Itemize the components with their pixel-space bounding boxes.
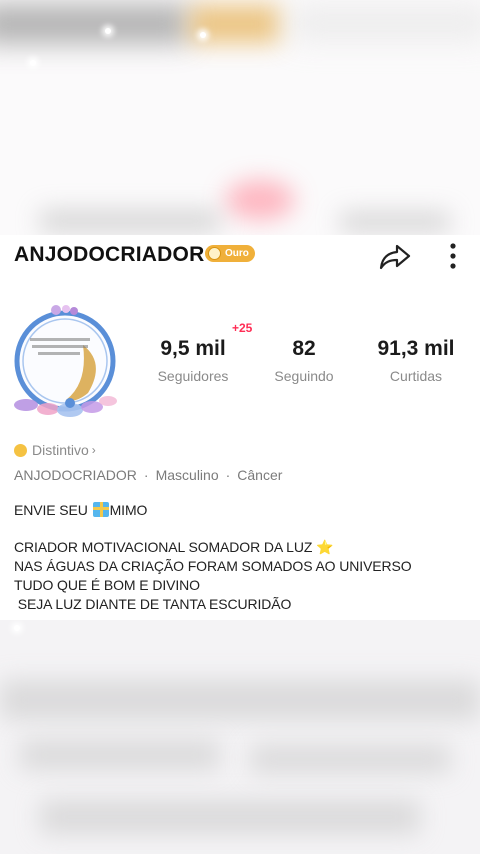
following-label: Seguindo <box>274 368 334 384</box>
likes-stat[interactable]: 91,3 mil Curtidas <box>370 337 462 384</box>
followers-stat[interactable]: 9,5 mil Seguidores <box>145 337 241 384</box>
gift-icon <box>92 502 109 517</box>
likes-label: Curtidas <box>389 368 443 384</box>
level-badge-label: Ouro <box>225 248 249 259</box>
bio-text: MIMO <box>109 502 148 518</box>
bio-line-4: TUDO QUE É BOM E DIVINO <box>14 577 200 593</box>
level-badge[interactable]: Ouro <box>205 245 255 262</box>
share-icon[interactable] <box>378 239 412 273</box>
more-vertical-icon[interactable] <box>443 240 463 272</box>
meta-gender: Masculino <box>155 467 219 483</box>
chevron-right-icon: › <box>91 443 96 457</box>
bio-line-3: NAS ÁGUAS DA CRIAÇÃO FORAM SOMADOS AO UN… <box>14 558 412 574</box>
following-count: 82 <box>292 337 316 360</box>
distintivo-link[interactable]: Distintivo › <box>14 442 96 458</box>
meta-sign: Câncer <box>237 467 283 483</box>
coin-icon <box>14 443 27 457</box>
profile-username: ANJODOCRIADOR <box>14 243 205 266</box>
followers-label: Seguidores <box>157 368 229 384</box>
meta-separator: · <box>225 467 231 483</box>
profile-meta: ANJODOCRIADOR · Masculino · Câncer <box>14 467 282 483</box>
bio-line-5: SEJA LUZ DIANTE DE TANTA ESCURIDÃO <box>14 596 292 612</box>
bio-line-1: ENVIE SEU MIMO <box>14 502 147 518</box>
coin-icon <box>208 247 221 260</box>
meta-name: ANJODOCRIADOR <box>14 467 137 483</box>
avatar[interactable] <box>8 305 122 425</box>
profile-card: ANJODOCRIADOR Ouro +25 9,5 mil Seguidore… <box>0 235 480 620</box>
likes-count: 91,3 mil <box>377 337 455 360</box>
new-followers-badge: +25 <box>232 321 253 335</box>
bio-line-2: CRIADOR MOTIVACIONAL SOMADOR DA LUZ ⭐ <box>14 539 334 555</box>
followers-count: 9,5 mil <box>160 337 226 360</box>
blurred-footer-area <box>0 620 480 854</box>
bio-text: ENVIE SEU <box>14 502 92 518</box>
following-stat[interactable]: 82 Seguindo <box>262 337 346 384</box>
meta-separator: · <box>143 467 149 483</box>
blurred-header-area <box>0 0 480 235</box>
distintivo-label: Distintivo <box>32 442 89 458</box>
